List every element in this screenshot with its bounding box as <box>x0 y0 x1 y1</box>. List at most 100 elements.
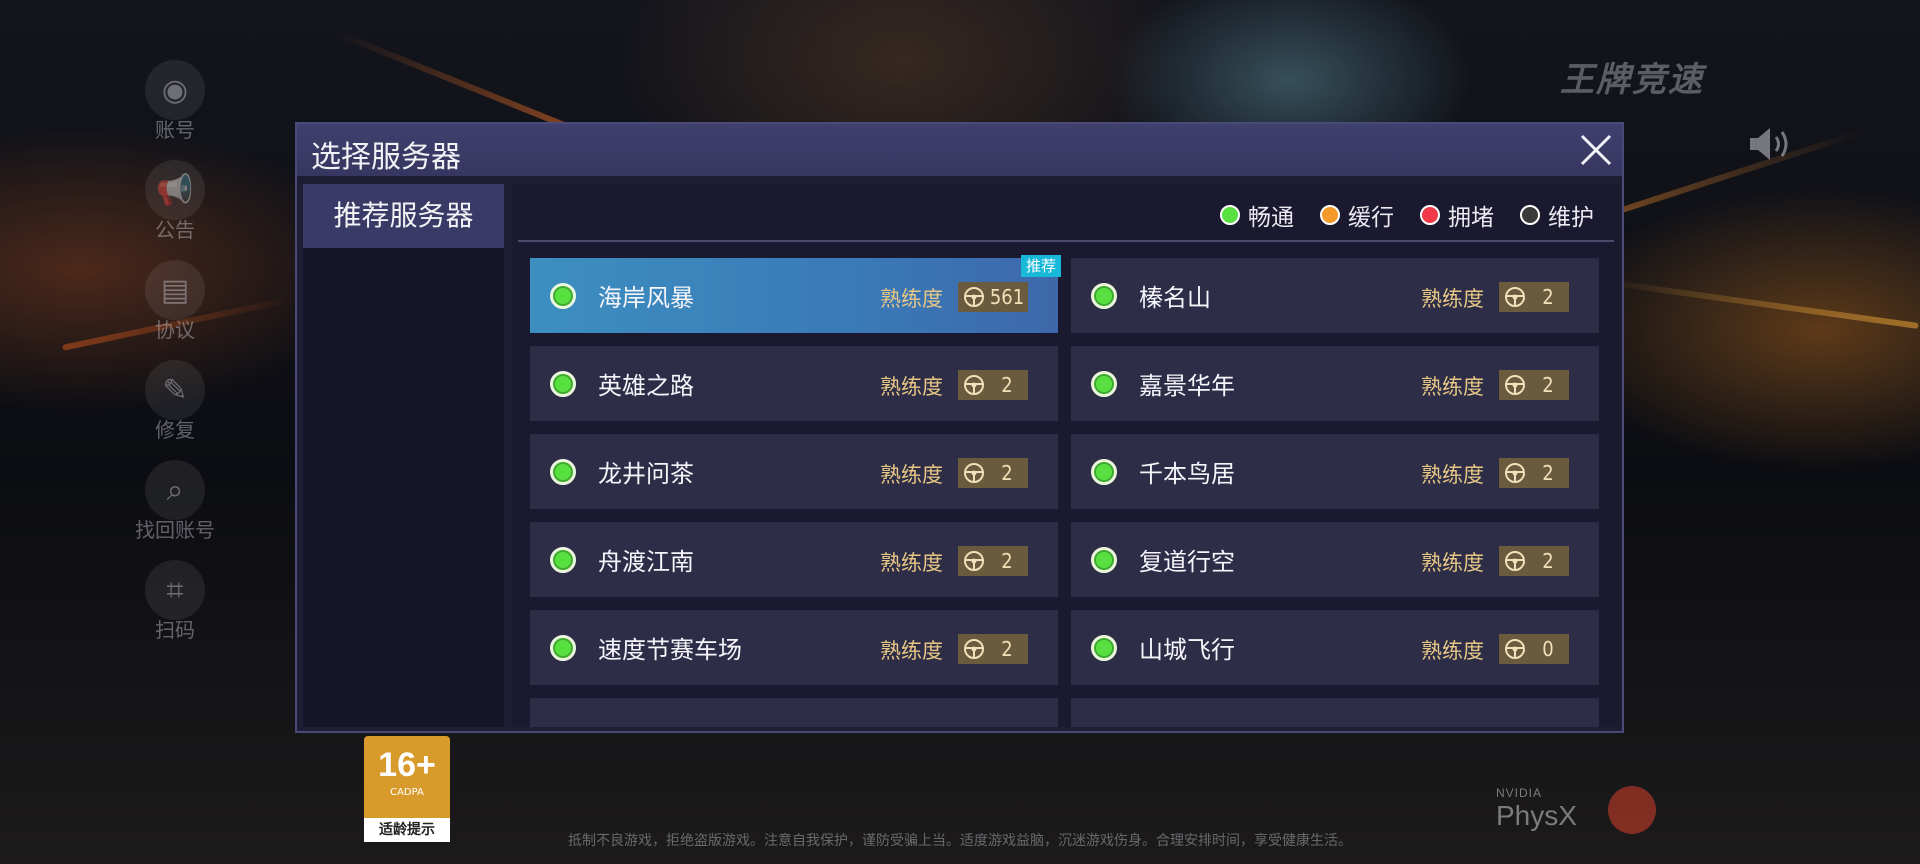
steering-wheel-icon <box>1505 287 1525 307</box>
side-item-label: 账号 <box>155 118 195 142</box>
server-card[interactable]: 嘉景华年 熟练度 2 <box>1071 346 1599 421</box>
status-dot-icon <box>550 371 576 397</box>
age-rating-badge[interactable]: 16+ CADPA 适龄提示 <box>364 736 450 842</box>
side-item-scan[interactable]: ⌗ 扫码 <box>135 560 215 660</box>
server-grid: 海岸风暴 熟练度 561 推荐 榛名山 熟练度 2 英雄之路 熟练度 2 嘉景华年 熟练度 2 龙井问茶熟… <box>530 255 1600 727</box>
steering-wheel-icon <box>1505 463 1525 483</box>
steering-wheel-icon <box>964 375 984 395</box>
server-select-dialog: 选择服务器 推荐服务器 畅通 缓行 拥堵 维护 海岸风暴 熟练度 561 推荐 榛名山 熟练度 2… <box>295 122 1624 733</box>
proficiency-value: 2 <box>1001 549 1013 573</box>
server-card[interactable]: 山城飞行 熟练度 0 <box>1071 610 1599 685</box>
proficiency-label: 熟练度 <box>1421 287 1484 311</box>
proficiency-value: 2 <box>1542 549 1554 573</box>
side-item-label: 协议 <box>155 318 195 342</box>
server-card[interactable]: 榛名山 熟练度 2 <box>1071 258 1599 333</box>
status-dot-icon <box>1091 283 1117 309</box>
close-icon[interactable] <box>1576 130 1616 170</box>
proficiency-value: 2 <box>1542 373 1554 397</box>
side-item-agreement[interactable]: ▤ 协议 <box>135 260 215 360</box>
document-icon: ▤ <box>145 260 205 320</box>
steering-wheel-icon <box>1505 551 1525 571</box>
legend-label: 畅通 <box>1248 205 1294 231</box>
server-card-partial[interactable] <box>530 698 1058 727</box>
server-name: 英雄之路 <box>598 372 694 400</box>
proficiency-value: 2 <box>1542 461 1554 485</box>
side-item-label: 公告 <box>155 218 195 242</box>
server-card[interactable]: 舟渡江南 熟练度 2 <box>530 522 1058 597</box>
proficiency-badge: 561 <box>958 282 1028 312</box>
status-dot-icon <box>1091 371 1117 397</box>
status-dot-icon <box>1220 205 1240 225</box>
physx-vendor: NVIDIA <box>1496 786 1543 800</box>
side-item-label: 扫码 <box>155 618 195 642</box>
age-rating: 16+ <box>378 746 436 784</box>
status-dot-icon <box>1320 205 1340 225</box>
status-dot-icon <box>1091 459 1117 485</box>
proficiency-badge: 2 <box>1499 282 1569 312</box>
decor-streak <box>338 31 582 135</box>
physx-logo: NVIDIA PhysX <box>1496 786 1577 832</box>
server-card-partial[interactable] <box>1071 698 1599 727</box>
server-card[interactable]: 复道行空 熟练度 2 <box>1071 522 1599 597</box>
proficiency-label: 熟练度 <box>880 639 943 663</box>
server-card[interactable]: 海岸风暴 熟练度 561 推荐 <box>530 255 1061 333</box>
speaker-icon[interactable] <box>1748 124 1796 164</box>
proficiency-label: 熟练度 <box>880 287 943 311</box>
decor-streak <box>1591 277 1919 329</box>
recommend-badge: 推荐 <box>1020 255 1061 277</box>
search-icon: ⌕ <box>145 460 205 520</box>
proficiency-badge: 2 <box>958 370 1028 400</box>
steering-wheel-icon <box>1505 375 1525 395</box>
server-name: 山城飞行 <box>1139 636 1235 664</box>
proficiency-label: 熟练度 <box>880 463 943 487</box>
side-item-label: 找回账号 <box>135 518 215 542</box>
legend-label: 缓行 <box>1348 205 1394 231</box>
legend-item: 畅通 <box>1220 198 1294 232</box>
proficiency-badge: 2 <box>1499 546 1569 576</box>
proficiency-badge: 2 <box>1499 370 1569 400</box>
proficiency-value: 2 <box>1001 461 1013 485</box>
tab-recommended-servers[interactable]: 推荐服务器 <box>303 184 504 248</box>
server-card[interactable]: 速度节赛车场 熟练度 2 <box>530 610 1058 685</box>
brand-logo: 王牌竞速 <box>1560 60 1704 100</box>
status-dot-icon <box>1520 205 1540 225</box>
status-dot-icon <box>550 547 576 573</box>
server-card[interactable]: 龙井问茶 熟练度 2 <box>530 434 1058 509</box>
proficiency-label: 熟练度 <box>1421 639 1484 663</box>
server-card[interactable]: 英雄之路 熟练度 2 <box>530 346 1058 421</box>
server-name: 嘉景华年 <box>1139 372 1235 400</box>
status-dot-icon <box>1091 547 1117 573</box>
proficiency-badge: 2 <box>958 458 1028 488</box>
server-name: 速度节赛车场 <box>598 636 742 664</box>
steering-wheel-icon <box>964 551 984 571</box>
proficiency-value: 2 <box>1001 637 1013 661</box>
steering-wheel-icon <box>964 463 984 483</box>
scan-icon: ⌗ <box>145 560 205 620</box>
age-tip-label: 适龄提示 <box>364 818 450 842</box>
status-dot-icon <box>550 635 576 661</box>
proficiency-label: 熟练度 <box>1421 463 1484 487</box>
proficiency-badge: 2 <box>958 634 1028 664</box>
age-rating-org: CADPA <box>390 787 424 798</box>
server-list-panel: 畅通 缓行 拥堵 维护 海岸风暴 熟练度 561 推荐 榛名山 熟练度 2 英雄之路 熟练度 2 嘉景华年… <box>512 184 1620 727</box>
side-item-account[interactable]: ◉ 账号 <box>135 60 215 160</box>
proficiency-value: 2 <box>1001 373 1013 397</box>
side-item-recover-account[interactable]: ⌕ 找回账号 <box>135 460 215 560</box>
proficiency-value: 561 <box>989 285 1025 309</box>
side-item-repair[interactable]: ✎ 修复 <box>135 360 215 460</box>
status-dot-icon <box>1420 205 1440 225</box>
proficiency-value: 2 <box>1542 285 1554 309</box>
account-icon: ◉ <box>145 60 205 120</box>
status-dot-icon <box>1091 635 1117 661</box>
dialog-sidebar: 推荐服务器 <box>303 184 504 727</box>
proficiency-label: 熟练度 <box>880 551 943 575</box>
status-legend: 畅通 缓行 拥堵 维护 <box>1220 198 1594 232</box>
proficiency-label: 熟练度 <box>1421 375 1484 399</box>
physx-product: PhysX <box>1496 800 1577 831</box>
side-item-notice[interactable]: 📢 公告 <box>135 160 215 260</box>
server-name: 海岸风暴 <box>598 284 694 312</box>
proficiency-label: 熟练度 <box>1421 551 1484 575</box>
dialog-title: 选择服务器 <box>311 140 461 175</box>
server-card[interactable]: 千本鸟居 熟练度 2 <box>1071 434 1599 509</box>
legend-label: 维护 <box>1548 205 1594 231</box>
